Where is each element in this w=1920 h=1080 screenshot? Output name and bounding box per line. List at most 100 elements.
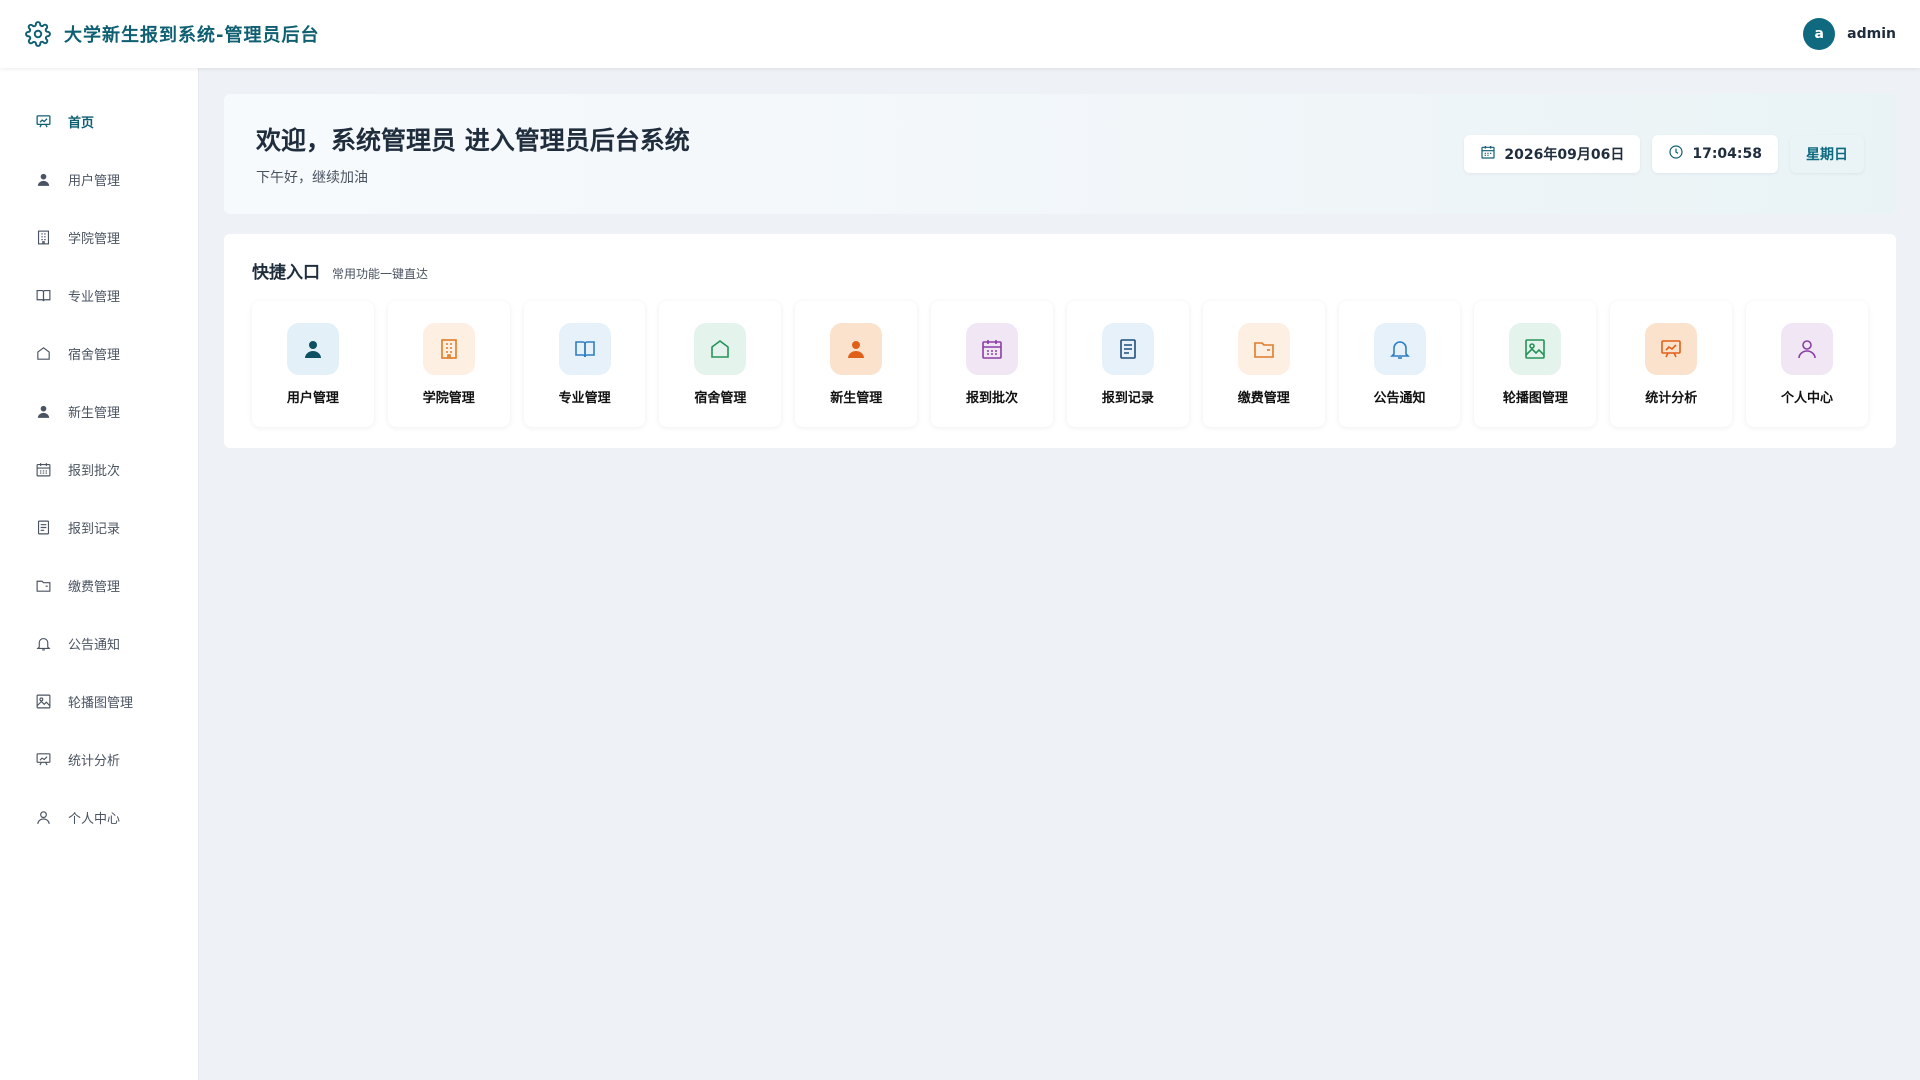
- quick-access-subtitle: 常用功能一键直达: [332, 267, 429, 281]
- chart-board-icon: [1645, 322, 1698, 375]
- sidebar-item-batches[interactable]: 报到批次: [0, 440, 198, 498]
- quick-card-label: 新生管理: [830, 390, 883, 406]
- welcome-subtitle: 下午好，继续加油: [256, 170, 368, 186]
- dashboard-icon: [34, 112, 52, 130]
- sidebar-item-label: 报到批次: [68, 463, 121, 479]
- sidebar-item-profile[interactable]: 个人中心: [0, 788, 198, 846]
- sidebar-item-dormitory[interactable]: 宿舍管理: [0, 324, 198, 382]
- sidebar-item-majors[interactable]: 专业管理: [0, 266, 198, 324]
- user-menu[interactable]: a admin: [1803, 18, 1896, 50]
- calendar-icon: [34, 460, 52, 478]
- bell-icon: [34, 634, 52, 652]
- house-icon: [694, 322, 747, 375]
- sidebar-item-carousel[interactable]: 轮播图管理: [0, 672, 198, 730]
- sidebar-item-notices[interactable]: 公告通知: [0, 614, 198, 672]
- quick-card-label: 报到批次: [966, 390, 1019, 406]
- document-icon: [34, 518, 52, 536]
- sidebar-item-label: 用户管理: [68, 173, 121, 189]
- image-icon: [34, 692, 52, 710]
- document-icon: [1101, 322, 1154, 375]
- clock-icon: [1668, 144, 1684, 164]
- date-text: 2026年09月06日: [1504, 147, 1625, 163]
- brand[interactable]: 大学新生报到系统-管理员后台: [24, 20, 319, 48]
- quick-card-label: 学院管理: [422, 390, 475, 406]
- quick-card-records[interactable]: 报到记录: [1066, 301, 1189, 427]
- user-icon: [34, 402, 52, 420]
- sidebar-item-label: 报到记录: [68, 521, 121, 537]
- image-icon: [1509, 322, 1562, 375]
- book-icon: [34, 286, 52, 304]
- quick-access-cards: 用户管理 学院管理 专业管理 宿舍管理 新生管理 报到批次 报到记录 缴费管理 …: [252, 301, 1868, 427]
- quick-card-label: 报到记录: [1101, 390, 1154, 406]
- user-icon: [286, 322, 339, 375]
- time-chip: 17:04:58: [1652, 135, 1778, 173]
- time-text: 17:04:58: [1692, 146, 1762, 162]
- quick-card-profile[interactable]: 个人中心: [1746, 301, 1868, 427]
- wallet-icon: [34, 576, 52, 594]
- datetime-chips: 2026年09月06日 17:04:58 星期日: [1464, 135, 1864, 173]
- user-outline-icon: [34, 808, 52, 826]
- quick-card-majors[interactable]: 专业管理: [523, 301, 646, 427]
- quick-card-label: 统计分析: [1645, 390, 1698, 406]
- quick-card-colleges[interactable]: 学院管理: [387, 301, 510, 427]
- quick-card-label: 缴费管理: [1237, 390, 1290, 406]
- sidebar-item-freshmen[interactable]: 新生管理: [0, 382, 198, 440]
- sidebar-item-label: 专业管理: [68, 289, 121, 305]
- quick-card-statistics[interactable]: 统计分析: [1610, 301, 1733, 427]
- top-header: 大学新生报到系统-管理员后台 a admin: [0, 0, 1920, 68]
- username[interactable]: admin: [1847, 26, 1896, 42]
- user-icon: [34, 170, 52, 188]
- sidebar-item-label: 统计分析: [68, 753, 121, 769]
- sidebar-item-label: 学院管理: [68, 231, 121, 247]
- sidebar-item-statistics[interactable]: 统计分析: [0, 730, 198, 788]
- house-icon: [34, 344, 52, 362]
- quick-card-label: 宿舍管理: [694, 390, 747, 406]
- gear-icon: [24, 20, 52, 48]
- sidebar-item-payments[interactable]: 缴费管理: [0, 556, 198, 614]
- main-content: 欢迎，系统管理员 进入管理员后台系统 下午好，继续加油 2026年09月06日 …: [224, 94, 1896, 448]
- quick-card-label: 公告通知: [1373, 390, 1426, 406]
- quick-card-payments[interactable]: 缴费管理: [1202, 301, 1325, 427]
- building-icon: [34, 228, 52, 246]
- weekday-chip: 星期日: [1790, 135, 1864, 173]
- quick-card-dormitory[interactable]: 宿舍管理: [659, 301, 782, 427]
- building-icon: [422, 322, 475, 375]
- sidebar-item-home[interactable]: 首页: [0, 92, 198, 150]
- quick-card-label: 轮播图管理: [1502, 390, 1568, 406]
- quick-card-carousel[interactable]: 轮播图管理: [1474, 301, 1597, 427]
- sidebar: 首页 用户管理 学院管理 专业管理 宿舍管理 新生管理 报到批次 报到记录 缴费…: [0, 68, 199, 1080]
- sidebar-item-label: 缴费管理: [68, 579, 121, 595]
- calendar-icon: [966, 322, 1019, 375]
- quick-card-label: 用户管理: [286, 390, 339, 406]
- book-icon: [558, 322, 611, 375]
- quick-access-title: 快捷入口: [252, 263, 320, 283]
- avatar[interactable]: a: [1803, 18, 1836, 50]
- quick-card-batches[interactable]: 报到批次: [931, 301, 1053, 427]
- calendar-icon: [1480, 144, 1496, 164]
- quick-card-users[interactable]: 用户管理: [252, 301, 374, 427]
- sidebar-item-label: 首页: [68, 115, 95, 131]
- welcome-banner: 欢迎，系统管理员 进入管理员后台系统 下午好，继续加油 2026年09月06日 …: [224, 94, 1896, 214]
- app-title: 大学新生报到系统-管理员后台: [64, 25, 320, 46]
- user-outline-icon: [1781, 322, 1834, 375]
- user-icon: [830, 322, 883, 375]
- quick-card-notices[interactable]: 公告通知: [1338, 301, 1461, 427]
- welcome-text: 欢迎，系统管理员 进入管理员后台系统 下午好，继续加油: [256, 121, 690, 187]
- sidebar-item-colleges[interactable]: 学院管理: [0, 208, 198, 266]
- sidebar-item-users[interactable]: 用户管理: [0, 150, 198, 208]
- bell-icon: [1373, 322, 1426, 375]
- sidebar-item-label: 新生管理: [68, 405, 121, 421]
- sidebar-item-records[interactable]: 报到记录: [0, 498, 198, 556]
- quick-access-panel: 快捷入口 常用功能一键直达 用户管理 学院管理 专业管理 宿舍管理 新生管理 报…: [224, 234, 1896, 448]
- chart-board-icon: [34, 750, 52, 768]
- quick-card-freshmen[interactable]: 新生管理: [795, 301, 918, 427]
- sidebar-item-label: 公告通知: [68, 637, 121, 653]
- sidebar-item-label: 个人中心: [68, 811, 121, 827]
- weekday-text: 星期日: [1806, 147, 1848, 163]
- quick-card-label: 个人中心: [1781, 390, 1834, 406]
- quick-card-label: 专业管理: [558, 390, 611, 406]
- welcome-title: 欢迎，系统管理员 进入管理员后台系统: [256, 126, 690, 155]
- sidebar-item-label: 宿舍管理: [68, 347, 121, 363]
- sidebar-item-label: 轮播图管理: [68, 695, 134, 711]
- quick-access-header: 快捷入口 常用功能一键直达: [252, 258, 1868, 283]
